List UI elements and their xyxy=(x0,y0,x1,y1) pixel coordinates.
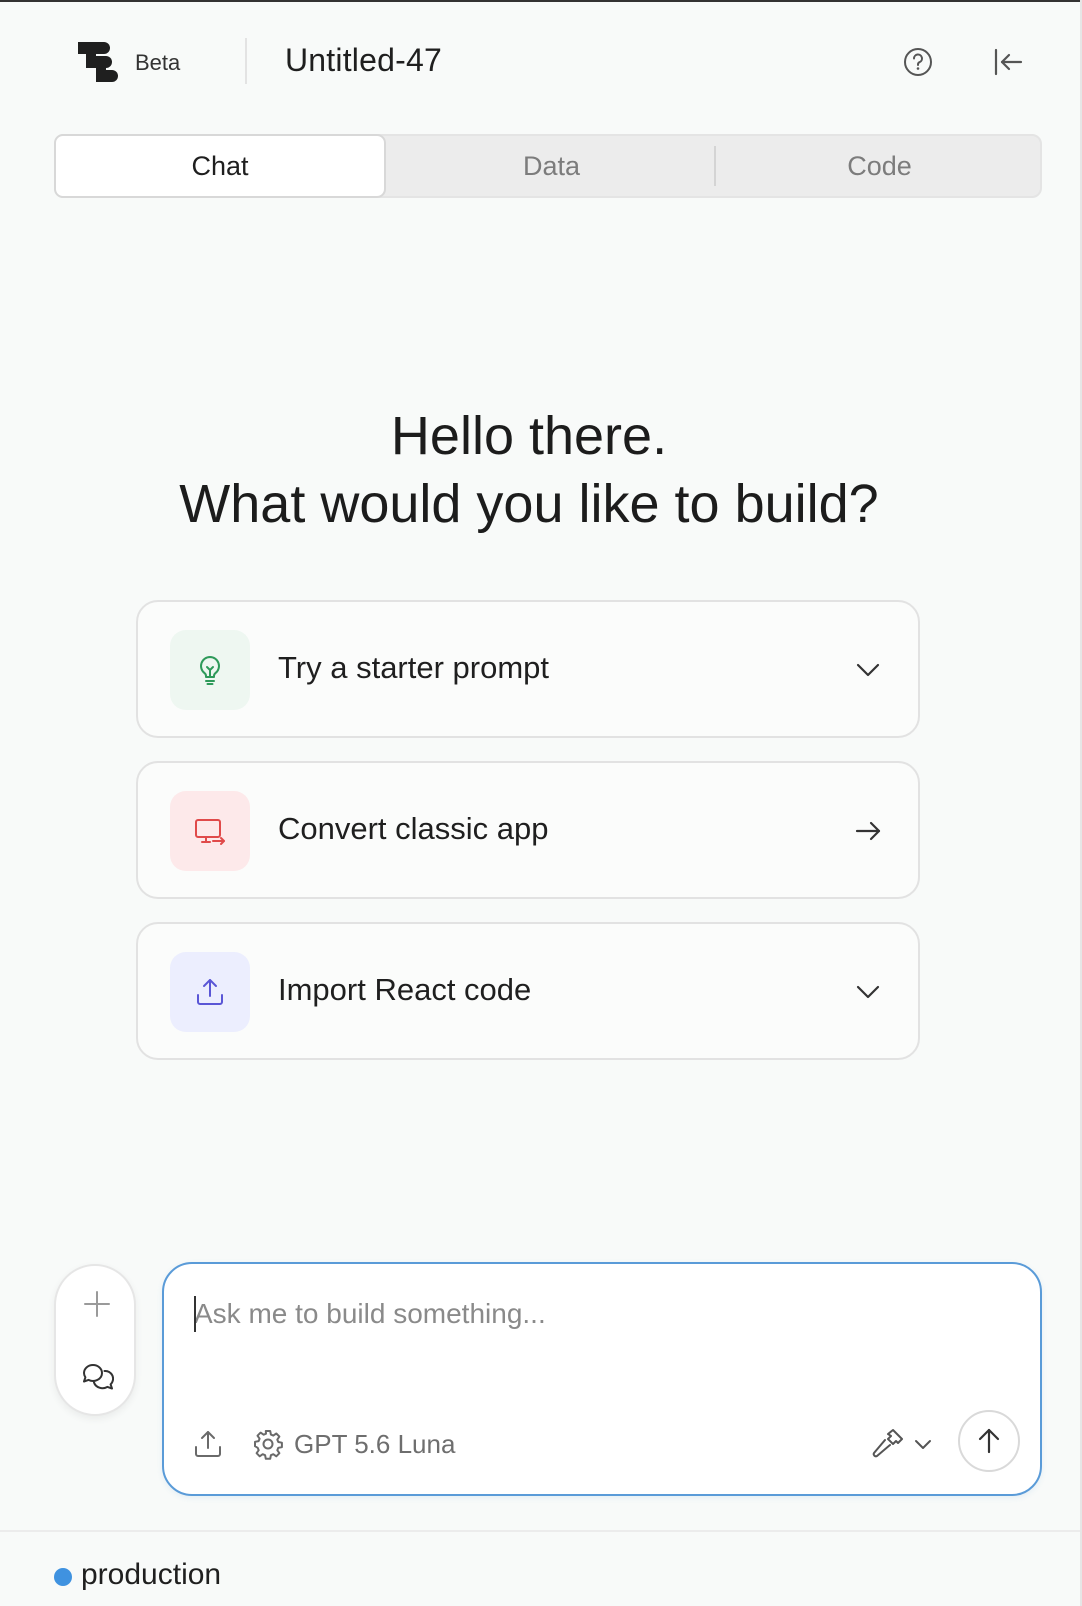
collapse-panel-button[interactable] xyxy=(990,44,1026,80)
welcome-line-2: What would you like to build? xyxy=(179,474,879,534)
header-divider xyxy=(245,38,247,84)
chevron-down-icon xyxy=(915,1440,931,1449)
chevron-down-icon xyxy=(856,663,880,677)
welcome-line-1: Hello there. xyxy=(390,406,668,466)
tab-code[interactable]: Code xyxy=(715,136,1044,196)
arrow-up-icon xyxy=(978,1428,1000,1454)
document-title[interactable]: Untitled-47 xyxy=(285,42,442,79)
lightbulb-icon xyxy=(200,656,220,685)
chat-bubbles-icon xyxy=(83,1364,114,1390)
import-icon-box xyxy=(170,952,250,1032)
starter-prompt-card[interactable]: Try a starter prompt xyxy=(136,600,920,738)
starter-prompt-icon-box xyxy=(170,630,250,710)
prompt-input[interactable] xyxy=(194,1294,994,1334)
import-react-code-chevron xyxy=(850,974,886,1010)
mode-tabs: Chat Data Code xyxy=(54,134,1042,198)
send-button[interactable] xyxy=(958,1410,1020,1472)
beta-badge: Beta xyxy=(135,50,181,75)
model-name: GPT 5.6 Luna xyxy=(294,1428,456,1459)
arrow-right-icon xyxy=(855,821,881,841)
convert-classic-app-arrow xyxy=(850,813,886,849)
gear-icon xyxy=(254,1430,283,1460)
convert-classic-app-label: Convert classic app xyxy=(278,811,549,846)
import-react-code-label: Import React code xyxy=(278,972,532,1007)
upload-icon xyxy=(197,979,223,1005)
app-header: Beta Untitled-47 xyxy=(0,2,1082,120)
help-button[interactable] xyxy=(900,44,936,80)
import-react-code-card[interactable]: Import React code xyxy=(136,922,920,1060)
text-caret xyxy=(194,1296,196,1332)
model-selector[interactable]: GPT 5.6 Luna xyxy=(252,1424,455,1464)
starter-prompt-label: Try a starter prompt xyxy=(278,650,550,685)
tab-data[interactable]: Data xyxy=(387,136,716,196)
collapse-left-icon xyxy=(994,48,1023,76)
monitor-convert-icon xyxy=(195,819,225,845)
app-logo-icon xyxy=(78,42,118,82)
environment-status-dot xyxy=(54,1568,72,1586)
welcome-heading: Hello there. What would you like to buil… xyxy=(0,402,1058,538)
attach-file-button[interactable] xyxy=(190,1426,226,1462)
environment-label[interactable]: production xyxy=(81,1558,221,1592)
prompt-composer: GPT 5.6 Luna xyxy=(162,1262,1042,1496)
chevron-down-icon xyxy=(856,985,880,999)
starter-prompt-chevron xyxy=(850,652,886,688)
new-chat-button[interactable] xyxy=(77,1284,117,1324)
convert-icon-box xyxy=(170,791,250,871)
chat-actions-pill xyxy=(54,1264,136,1416)
chat-history-button[interactable] xyxy=(77,1356,117,1396)
upload-icon xyxy=(195,1431,221,1457)
status-footer: production xyxy=(0,1530,1080,1606)
help-icon xyxy=(904,48,932,76)
convert-classic-app-card[interactable]: Convert classic app xyxy=(136,761,920,899)
tools-menu-button[interactable] xyxy=(870,1424,934,1464)
hammer-icon xyxy=(872,1429,903,1458)
tab-chat[interactable]: Chat xyxy=(54,134,386,198)
plus-icon xyxy=(84,1291,110,1317)
